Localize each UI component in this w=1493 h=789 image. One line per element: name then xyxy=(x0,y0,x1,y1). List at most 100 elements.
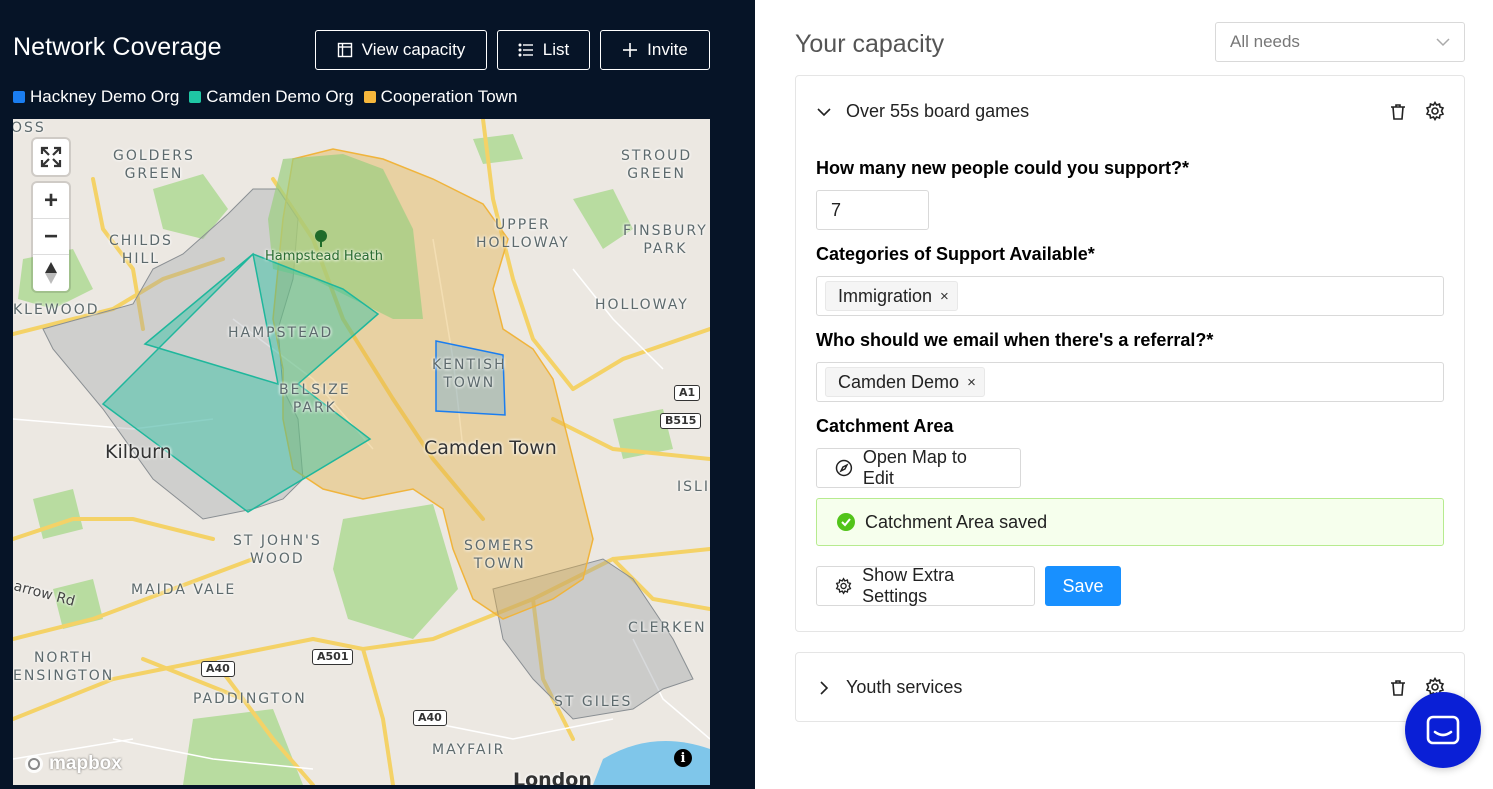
support-count-label: How many new people could you support?* xyxy=(816,158,1190,178)
plus-icon xyxy=(623,43,638,57)
list-icon xyxy=(518,43,533,57)
map-label-north-kensington: NORTH ENSINGTON xyxy=(13,650,115,684)
map-label-oss: OSS xyxy=(13,120,46,136)
zoom-out-button[interactable]: − xyxy=(33,219,69,255)
chevron-down-icon xyxy=(1436,38,1450,47)
compass-icon xyxy=(45,262,57,284)
email-tag: Camden Demo × xyxy=(825,367,985,397)
support-count-input[interactable]: 7 xyxy=(816,190,929,230)
map-label-kilburn: Kilburn xyxy=(105,441,172,463)
catchment-saved-alert: Catchment Area saved xyxy=(816,498,1444,546)
map-label-golders-green: GOLDERS GREEN xyxy=(113,148,195,182)
map-label-paddington: PADDINGTON xyxy=(193,691,307,707)
open-map-label: Open Map to Edit xyxy=(862,447,967,488)
legend-item-camden: Camden Demo Org xyxy=(189,87,354,107)
check-circle-icon xyxy=(837,513,855,531)
map-label-london: London xyxy=(513,769,592,786)
gear-icon[interactable] xyxy=(1425,101,1445,121)
compass-button[interactable] xyxy=(33,255,69,291)
open-map-button[interactable]: Open Map to Edit xyxy=(816,447,1021,488)
legend-label: Cooperation Town xyxy=(380,87,518,106)
zoom-in-button[interactable]: + xyxy=(33,183,69,219)
card-title: Over 55s board games xyxy=(846,101,1030,121)
card-title: Youth services xyxy=(846,677,963,697)
network-coverage-panel: Network Coverage View capacity List Invi… xyxy=(0,0,755,789)
categories-label: Categories of Support Available* xyxy=(816,244,1095,264)
show-extra-settings-label: Show Extra Settings xyxy=(862,565,955,606)
catchment-area-label: Catchment Area xyxy=(816,416,954,436)
needs-filter-select[interactable]: All needs xyxy=(1215,22,1465,62)
map-label-belsize-park: BELSIZE PARK xyxy=(279,382,351,416)
map-label-kentish-town: KENTISH TOWN xyxy=(432,357,507,391)
compass-icon xyxy=(835,459,853,477)
list-label: List xyxy=(542,40,570,59)
needs-filter-value: All needs xyxy=(1230,32,1300,51)
road-shield-a40: A40 xyxy=(201,661,235,677)
category-tag: Immigration × xyxy=(825,281,958,311)
trash-icon[interactable] xyxy=(1388,678,1408,698)
river xyxy=(593,741,710,785)
road-shield-a1: A1 xyxy=(674,385,701,401)
legend-swatch xyxy=(13,91,25,103)
mapbox-attribution[interactable]: mapbox xyxy=(23,753,122,775)
info-icon[interactable]: i xyxy=(674,749,692,767)
map-label-st-giles: ST GILES xyxy=(554,694,633,710)
map-label-camden-town: Camden Town xyxy=(424,437,557,459)
map-label-somers-town: SOMERS TOWN xyxy=(464,538,536,572)
card-header[interactable]: Over 55s board games xyxy=(796,76,1464,148)
chat-launcher-button[interactable] xyxy=(1405,692,1481,768)
road-shield-a501: A501 xyxy=(312,649,354,665)
fullscreen-button[interactable] xyxy=(33,139,69,175)
mapbox-logo-icon xyxy=(25,755,43,773)
legend-item-hackney: Hackney Demo Org xyxy=(13,87,179,107)
map-label-hampstead-heath: Hampstead Heath xyxy=(265,249,383,264)
tag-remove-icon[interactable]: × xyxy=(940,288,949,305)
legend-swatch xyxy=(189,91,202,103)
coverage-map[interactable]: OSS GOLDERS GREEN STROUD GREEN UPPER HOL… xyxy=(13,119,710,785)
save-button[interactable]: Save xyxy=(1045,566,1121,606)
network-coverage-title: Network Coverage xyxy=(13,33,222,61)
chat-icon xyxy=(1426,715,1460,745)
capacity-card: Youth services xyxy=(795,652,1465,722)
capacity-card: Over 55s board games How many new people… xyxy=(795,75,1465,632)
card-header[interactable]: Youth services xyxy=(796,653,1464,723)
map-label-childs-hill: CHILDS HILL xyxy=(109,233,173,267)
view-capacity-button[interactable]: View capacity xyxy=(315,30,487,70)
referral-email-label: Who should we email when there's a refer… xyxy=(816,330,1214,350)
email-tag-label: Camden Demo xyxy=(838,371,960,392)
tag-remove-icon[interactable]: × xyxy=(967,374,976,391)
list-button[interactable]: List xyxy=(497,30,590,70)
categories-select[interactable]: Immigration × xyxy=(816,276,1444,316)
map-legend: Hackney Demo Org Camden Demo Org Coopera… xyxy=(13,87,517,107)
map-label-upper-holloway: UPPER HOLLOWAY xyxy=(476,217,570,251)
referral-email-select[interactable]: Camden Demo × xyxy=(816,362,1444,402)
chevron-down-icon[interactable] xyxy=(816,104,832,120)
map-label-isli: ISLI xyxy=(677,479,710,495)
category-tag-label: Immigration xyxy=(838,285,933,306)
map-label-holloway: HOLLOWAY xyxy=(595,297,689,313)
road-shield-b515: B515 xyxy=(660,413,702,429)
map-label-klewood: KLEWOOD xyxy=(13,302,100,318)
map-label-clerken: CLERKEN xyxy=(628,620,707,636)
fullscreen-control[interactable] xyxy=(33,139,69,175)
mapbox-label: mapbox xyxy=(49,753,122,774)
map-label-finsbury-park: FINSBURY PARK xyxy=(623,223,708,257)
map-label-mayfair: MAYFAIR xyxy=(432,742,506,758)
chevron-right-icon[interactable] xyxy=(816,680,832,696)
map-label-hampstead: HAMPSTEAD xyxy=(228,325,334,341)
show-extra-settings-button[interactable]: Show Extra Settings xyxy=(816,565,1035,606)
view-capacity-label: View capacity xyxy=(361,40,466,59)
legend-swatch xyxy=(363,91,376,103)
invite-button[interactable]: Invite xyxy=(600,30,710,70)
map-label-st-johns-wood: ST JOHN'S WOOD xyxy=(233,533,322,567)
table-icon xyxy=(337,42,352,58)
legend-item-cooperation-town: Cooperation Town xyxy=(363,87,518,107)
map-label-stroud-green: STROUD GREEN xyxy=(621,148,693,182)
capacity-title: Your capacity xyxy=(795,30,945,58)
legend-label: Camden Demo Org xyxy=(206,87,354,106)
trash-icon[interactable] xyxy=(1388,102,1408,122)
legend-label: Hackney Demo Org xyxy=(30,87,180,106)
gear-icon xyxy=(835,577,852,595)
road-shield-a40: A40 xyxy=(413,710,447,726)
catchment-saved-message: Catchment Area saved xyxy=(865,511,1048,532)
